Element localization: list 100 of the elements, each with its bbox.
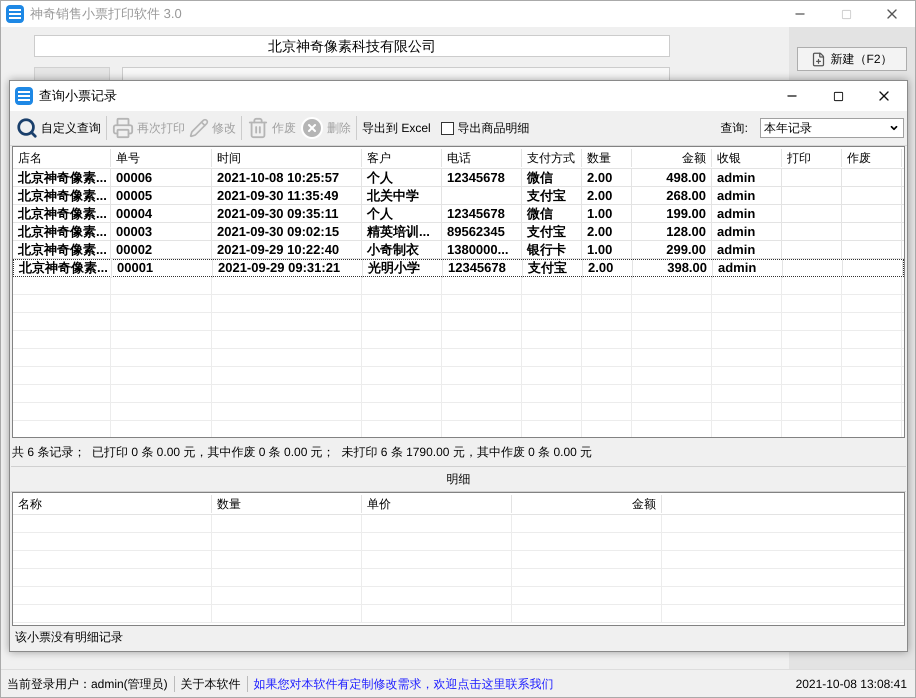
about-link[interactable]: 关于本软件 [180,674,241,692]
column-header: 店名 [13,148,111,166]
table-cell: 1.00 [582,240,632,260]
checkbox-label: 导出商品明细 [458,120,530,137]
company-field[interactable]: 北京神奇像素科技有限公司 [34,35,670,57]
table-cell: 支付宝 [523,258,583,278]
column-header: 电话 [442,148,522,166]
column-header: 数量 [582,148,632,166]
table-cell: 微信 [522,168,582,188]
table-cell: 2.00 [583,258,633,278]
table-cell: 2.00 [582,186,632,206]
table-cell: 2021-09-30 09:02:15 [212,222,362,242]
table-cell: 个人 [362,204,442,224]
column-header: 单价 [362,494,512,512]
table-cell: admin [712,186,782,206]
table-cell: 2021-09-30 11:35:49 [212,186,362,206]
query-label: 查询: [720,120,748,137]
column-header: 金额 [512,494,662,512]
checkbox[interactable] [440,122,454,134]
table-cell: 1.00 [582,204,632,224]
clock-text: 2021-10-08 13:08:41 [796,676,907,692]
column-header: 单号 [111,148,212,166]
table-cell: 498.00 [632,168,712,188]
table-cell: 2021-10-08 10:25:57 [212,168,362,188]
query-dropdown[interactable]: 本年记录 [760,118,904,138]
new-button[interactable]: 新建（F2） [797,47,907,71]
table-row[interactable]: 北京神奇像素... 00005 2021-09-30 11:35:49 北关中学 支付宝 2.00 268.00 admin [13,187,904,205]
table-row[interactable]: 北京神奇像素... 00001 2021-09-29 09:31:21 光明小学 12345678 支付宝 2.00 398.00 admin [13,259,904,277]
table-cell: 个人 [362,168,442,188]
table-cell: 北京神奇像素... [13,168,111,188]
table-cell: 北京神奇像素... [14,258,112,278]
column-header: 支付方式 [522,148,582,166]
current-user-text: 当前登录用户：admin(管理员) [7,676,168,692]
table-cell: admin [713,258,783,278]
table-cell: admin [712,240,782,260]
table-cell: 00001 [112,258,213,278]
table-row[interactable]: 北京神奇像素... 00003 2021-09-30 09:02:15 精英培训... 89562345 支付宝 2.00 128.00 admin [13,223,904,241]
table-cell: 89562345 [442,222,522,242]
table-cell: 小奇制衣 [362,240,442,260]
delete-icon [300,116,324,140]
search-icon [16,117,38,139]
pencil-icon [189,118,209,138]
table-cell: 00004 [111,204,212,224]
table-cell: admin [712,222,782,242]
table-cell: 2021-09-29 10:22:40 [212,240,362,260]
table-cell: 北京神奇像素... [13,240,111,260]
table-cell: admin [712,204,782,224]
table-cell: 2.00 [582,222,632,242]
trash-icon [247,117,269,139]
toolbar-button[interactable]: 导出到 Excel [360,114,433,142]
detail-status-text: 该小票没有明细记录 [15,629,123,646]
table-cell: 2.00 [582,168,632,188]
maximize-icon [840,8,852,20]
column-header: 收银 [712,148,782,166]
table-cell: 支付宝 [522,186,582,206]
table-cell: 00006 [111,168,212,188]
table-cell: 199.00 [632,204,712,224]
table-cell: 398.00 [633,258,713,278]
table-cell: 268.00 [632,186,712,206]
table-cell: 北京神奇像素... [13,204,111,224]
table-cell: 128.00 [632,222,712,242]
column-header: 数量 [212,494,362,512]
table-cell: 光明小学 [363,258,443,278]
table-cell: 支付宝 [522,222,582,242]
table-cell: admin [712,168,782,188]
app-icon [15,87,33,105]
column-header: 金额 [632,148,712,166]
column-header: 时间 [212,148,362,166]
toolbar-button[interactable]: 自定义查询 [14,114,103,142]
dialog-title: 查询小票记录 [39,87,117,106]
table-cell: 银行卡 [522,240,582,260]
table-row[interactable]: 北京神奇像素... 00002 2021-09-29 10:22:40 小奇制衣 1380000... 银行卡 1.00 299.00 admin [13,241,904,259]
column-header: 客户 [362,148,442,166]
table-cell: 2021-09-29 09:31:21 [213,258,363,278]
table-row[interactable]: 北京神奇像素... 00006 2021-10-08 10:25:57 个人 12345678 微信 2.00 498.00 admin [13,169,904,187]
printer-icon [112,117,134,139]
table-cell: 北京神奇像素... [13,222,111,242]
table-cell: 00002 [111,240,212,260]
column-header: 作废 [842,148,902,166]
table-cell: 00005 [111,186,212,206]
table-row[interactable]: 北京神奇像素... 00004 2021-09-30 09:35:11 个人 12345678 微信 1.00 199.00 admin [13,205,904,223]
table-cell: 12345678 [443,258,523,278]
table-cell: 00003 [111,222,212,242]
new-file-icon [811,52,826,66]
maximize-icon [832,90,844,102]
table-cell: 299.00 [632,240,712,260]
table-cell: 2021-09-30 09:35:11 [212,204,362,224]
app-icon [6,5,24,23]
table-cell: 北关中学 [362,186,442,206]
table-cell: 1380000... [442,240,522,260]
table-cell: 微信 [522,204,582,224]
column-header: 名称 [13,494,212,512]
detail-header: 明细 [11,466,906,492]
caret-icon [889,123,899,133]
table-cell: 12345678 [442,204,522,224]
table-cell: 北京神奇像素... [13,186,111,206]
summary-text: 共 6 条记录； 已打印 0 条 0.00 元，其中作废 0 条 0.00 元； 未打印 6 条 1790.00 元，其中作废 0 条 0.00 元 [12,444,592,461]
window-title: 神奇销售小票打印软件 3.0 [30,5,182,24]
column-header: 打印 [782,148,842,166]
contact-link[interactable]: 如果您对本软件有定制修改需求，欢迎点击这里联系我们 [254,674,554,692]
